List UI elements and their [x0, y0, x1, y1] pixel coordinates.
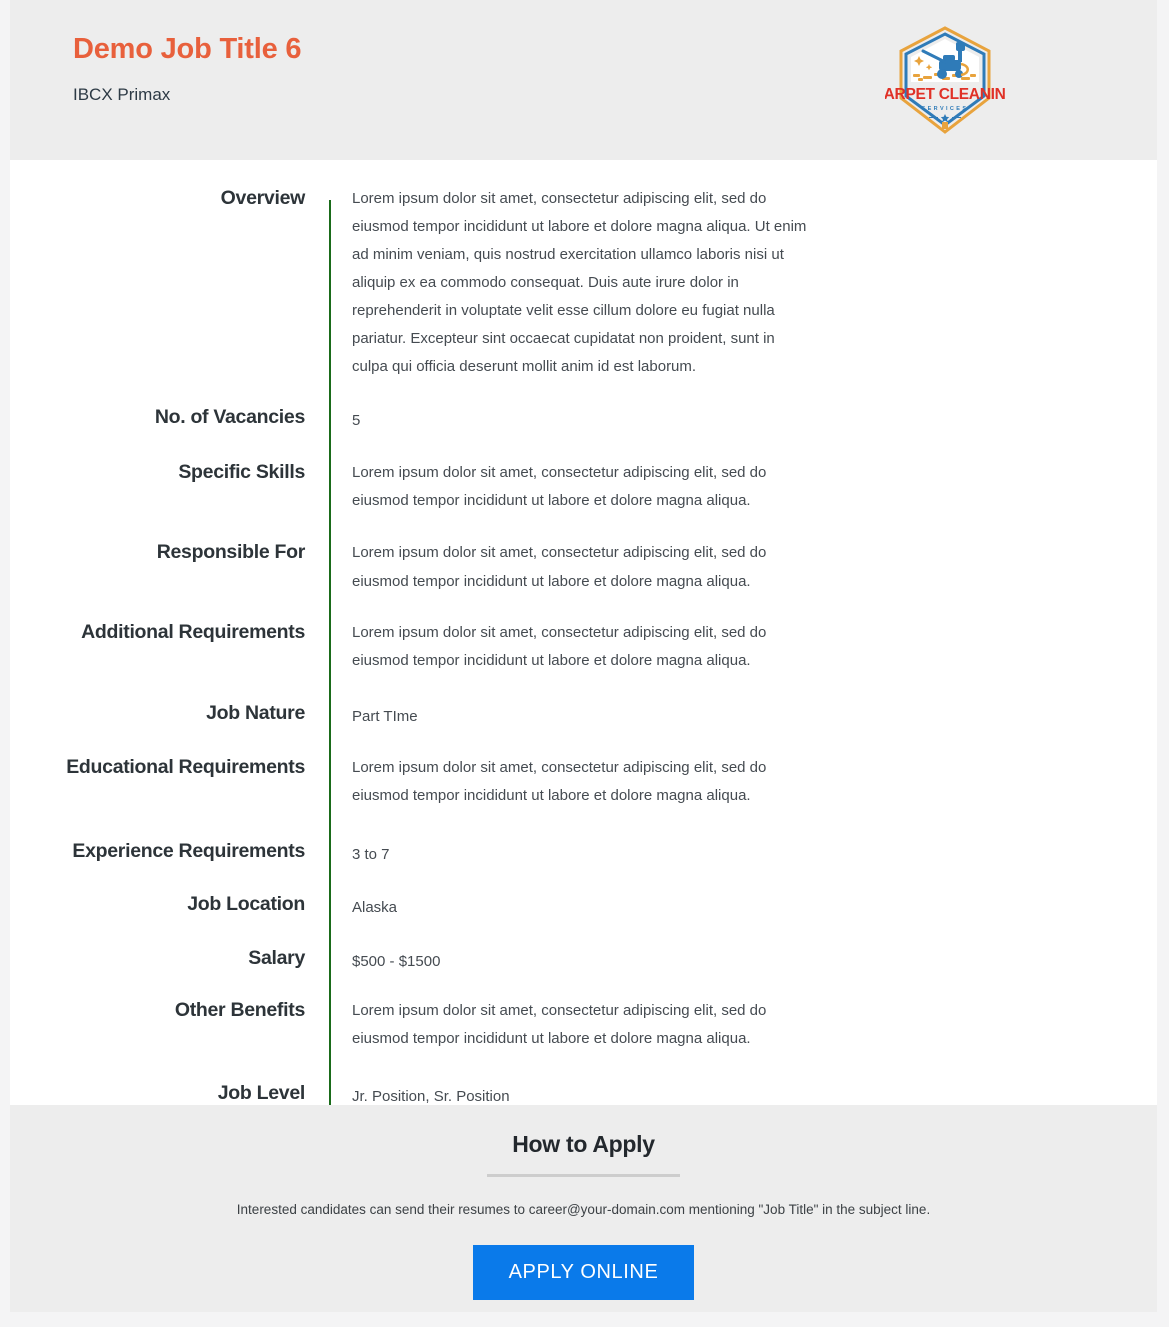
apply-online-button[interactable]: APPLY ONLINE	[472, 1245, 695, 1300]
detail-row-additional-requirements: Additional Requirements Lorem ipsum dolo…	[10, 619, 1157, 675]
label-responsible-for: Responsible For	[156, 541, 306, 564]
label-specific-skills: Specific Skills	[178, 461, 305, 484]
value-other-benefits: Lorem ipsum dolor sit amet, consectetur …	[352, 1001, 767, 1047]
detail-row-job-nature: Job Nature Part TIme	[10, 700, 1157, 731]
heading-underline	[487, 1174, 680, 1177]
label-job-level: Job Level	[217, 1082, 306, 1105]
how-to-apply-section: How to Apply Interested candidates can s…	[10, 1105, 1157, 1312]
detail-row-other-benefits: Other Benefits Lorem ipsum dolor sit ame…	[10, 997, 1157, 1053]
label-salary: Salary	[248, 946, 305, 969]
value-overview: Lorem ipsum dolor sit amet, consectetur …	[352, 190, 807, 376]
label-other-benefits: Other Benefits	[174, 998, 305, 1021]
value-job-location: Alaska	[352, 898, 398, 916]
detail-row-salary: Salary $500 - $1500	[10, 945, 1157, 976]
detail-row-overview: Overview Lorem ipsum dolor sit amet, con…	[10, 185, 1157, 381]
job-detail-page: Demo Job Title 6 IBCX Primax ARPET CLEAN…	[10, 0, 1157, 1312]
detail-row-job-location: Job Location Alaska	[10, 891, 1157, 922]
detail-row-experience-requirements: Experience Requirements 3 to 7	[10, 838, 1157, 869]
value-salary: $500 - $1500	[352, 952, 441, 970]
value-experience-requirements: 3 to 7	[352, 845, 390, 863]
label-job-nature: Job Nature	[206, 701, 305, 724]
company-logo: CARPET CLEANING SERVICES	[885, 20, 1005, 140]
label-overview: Overview	[220, 187, 306, 209]
logo-primary-text: CARPET CLEANING	[885, 86, 1005, 103]
label-educational-requirements: Educational Requirements	[66, 755, 305, 778]
value-responsible-for: Lorem ipsum dolor sit amet, consectetur …	[352, 544, 767, 590]
carpet-cleaning-logo-icon: CARPET CLEANING SERVICES	[885, 26, 1005, 134]
value-educational-requirements: Lorem ipsum dolor sit amet, consectetur …	[352, 758, 767, 804]
label-additional-requirements: Additional Requirements	[81, 620, 305, 643]
apply-instructions: Interested candidates can send their res…	[236, 1202, 931, 1217]
detail-row-educational-requirements: Educational Requirements Lorem ipsum dol…	[10, 754, 1157, 810]
page-title: Demo Job Title 6	[73, 33, 302, 65]
label-job-location: Job Location	[187, 892, 305, 915]
detail-row-specific-skills: Specific Skills Lorem ipsum dolor sit am…	[10, 459, 1157, 515]
value-specific-skills: Lorem ipsum dolor sit amet, consectetur …	[352, 464, 767, 510]
logo-secondary-text: SERVICES	[922, 106, 969, 112]
job-detail-table: Overview Lorem ipsum dolor sit amet, con…	[10, 185, 1157, 1130]
label-vacancies: No. of Vacancies	[154, 406, 305, 429]
job-header-inner: Demo Job Title 6 IBCX Primax ARPET CLEAN…	[73, 0, 1127, 160]
job-header: Demo Job Title 6 IBCX Primax ARPET CLEAN…	[10, 0, 1157, 160]
company-name: IBCX Primax	[73, 85, 171, 104]
how-to-apply-heading: How to Apply	[512, 1131, 655, 1157]
value-job-nature: Part TIme	[352, 707, 418, 725]
detail-row-responsible-for: Responsible For Lorem ipsum dolor sit am…	[10, 539, 1157, 595]
label-experience-requirements: Experience Requirements	[72, 839, 305, 862]
value-additional-requirements: Lorem ipsum dolor sit amet, consectetur …	[352, 623, 767, 669]
value-vacancies: 5	[352, 412, 361, 430]
detail-row-vacancies: No. of Vacancies 5	[10, 404, 1157, 435]
